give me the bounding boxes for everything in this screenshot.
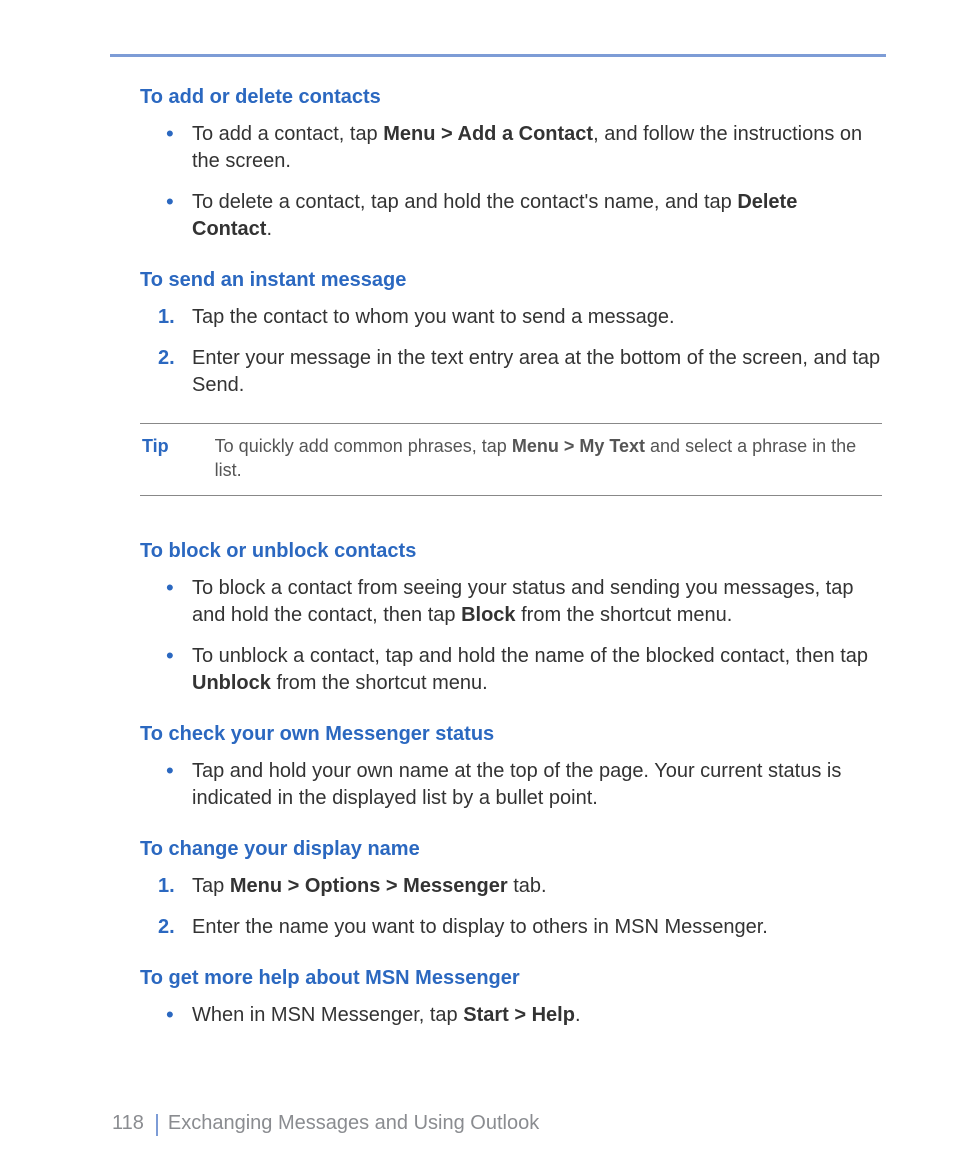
list-item: When in MSN Messenger, tap Start > Help. bbox=[192, 1002, 882, 1029]
list-change-display-name: 1. Tap Menu > Options > Messenger tab. 2… bbox=[140, 873, 882, 941]
bold-text: Start > Help bbox=[463, 1004, 575, 1026]
text: . bbox=[575, 1004, 581, 1026]
text: from the shortcut menu. bbox=[271, 672, 488, 694]
bold-text: Block bbox=[461, 604, 515, 626]
list-item: 1. Tap the contact to whom you want to s… bbox=[192, 304, 882, 331]
step-number: 2. bbox=[158, 345, 175, 372]
tip-box: Tip To quickly add common phrases, tap M… bbox=[140, 423, 882, 496]
text: Enter the name you want to display to ot… bbox=[192, 916, 768, 938]
text: To quickly add common phrases, tap bbox=[215, 436, 512, 456]
text: When in MSN Messenger, tap bbox=[192, 1004, 463, 1026]
text: To add a contact, tap bbox=[192, 123, 383, 145]
list-check-status: Tap and hold your own name at the top of… bbox=[140, 758, 882, 812]
text: Tap bbox=[192, 875, 230, 897]
list-block-unblock-contacts: To block a contact from seeing your stat… bbox=[140, 575, 882, 697]
footer-divider bbox=[156, 1114, 158, 1136]
page-number: 118 bbox=[112, 1112, 144, 1135]
text: Tap and hold your own name at the top of… bbox=[192, 760, 841, 809]
list-item: 2. Enter the name you want to display to… bbox=[192, 914, 882, 941]
page-content: To add or delete contacts To add a conta… bbox=[140, 80, 882, 1043]
heading-block-unblock-contacts: To block or unblock contacts bbox=[140, 540, 882, 563]
list-item: To unblock a contact, tap and hold the n… bbox=[192, 643, 882, 697]
list-item: To add a contact, tap Menu > Add a Conta… bbox=[192, 121, 882, 175]
bold-text: Menu > Options > Messenger bbox=[230, 875, 508, 897]
text: . bbox=[266, 218, 272, 240]
top-divider bbox=[110, 54, 886, 57]
step-number: 1. bbox=[158, 304, 175, 331]
text: from the shortcut menu. bbox=[516, 604, 733, 626]
bold-text: Menu > Add a Contact bbox=[383, 123, 593, 145]
list-item: To block a contact from seeing your stat… bbox=[192, 575, 882, 629]
list-add-delete-contacts: To add a contact, tap Menu > Add a Conta… bbox=[140, 121, 882, 243]
list-send-instant-message: 1. Tap the contact to whom you want to s… bbox=[140, 304, 882, 399]
tip-text: To quickly add common phrases, tap Menu … bbox=[215, 434, 882, 483]
heading-add-delete-contacts: To add or delete contacts bbox=[140, 86, 882, 109]
list-item: 1. Tap Menu > Options > Messenger tab. bbox=[192, 873, 882, 900]
heading-get-more-help: To get more help about MSN Messenger bbox=[140, 967, 882, 990]
heading-send-instant-message: To send an instant message bbox=[140, 269, 882, 292]
chapter-title: Exchanging Messages and Using Outlook bbox=[168, 1112, 539, 1135]
text: tab. bbox=[508, 875, 547, 897]
step-number: 2. bbox=[158, 914, 175, 941]
text: To delete a contact, tap and hold the co… bbox=[192, 191, 737, 213]
heading-change-display-name: To change your display name bbox=[140, 838, 882, 861]
list-item: 2. Enter your message in the text entry … bbox=[192, 345, 882, 399]
text: To unblock a contact, tap and hold the n… bbox=[192, 645, 868, 667]
list-item: To delete a contact, tap and hold the co… bbox=[192, 189, 882, 243]
text: Enter your message in the text entry are… bbox=[192, 347, 880, 396]
list-item: Tap and hold your own name at the top of… bbox=[192, 758, 882, 812]
page-footer: 118 Exchanging Messages and Using Outloo… bbox=[112, 1112, 539, 1135]
heading-check-status: To check your own Messenger status bbox=[140, 723, 882, 746]
step-number: 1. bbox=[158, 873, 175, 900]
list-get-more-help: When in MSN Messenger, tap Start > Help. bbox=[140, 1002, 882, 1029]
tip-label: Tip bbox=[140, 434, 169, 483]
bold-text: Unblock bbox=[192, 672, 271, 694]
bold-text: Menu > My Text bbox=[512, 436, 645, 456]
text: Tap the contact to whom you want to send… bbox=[192, 306, 675, 328]
